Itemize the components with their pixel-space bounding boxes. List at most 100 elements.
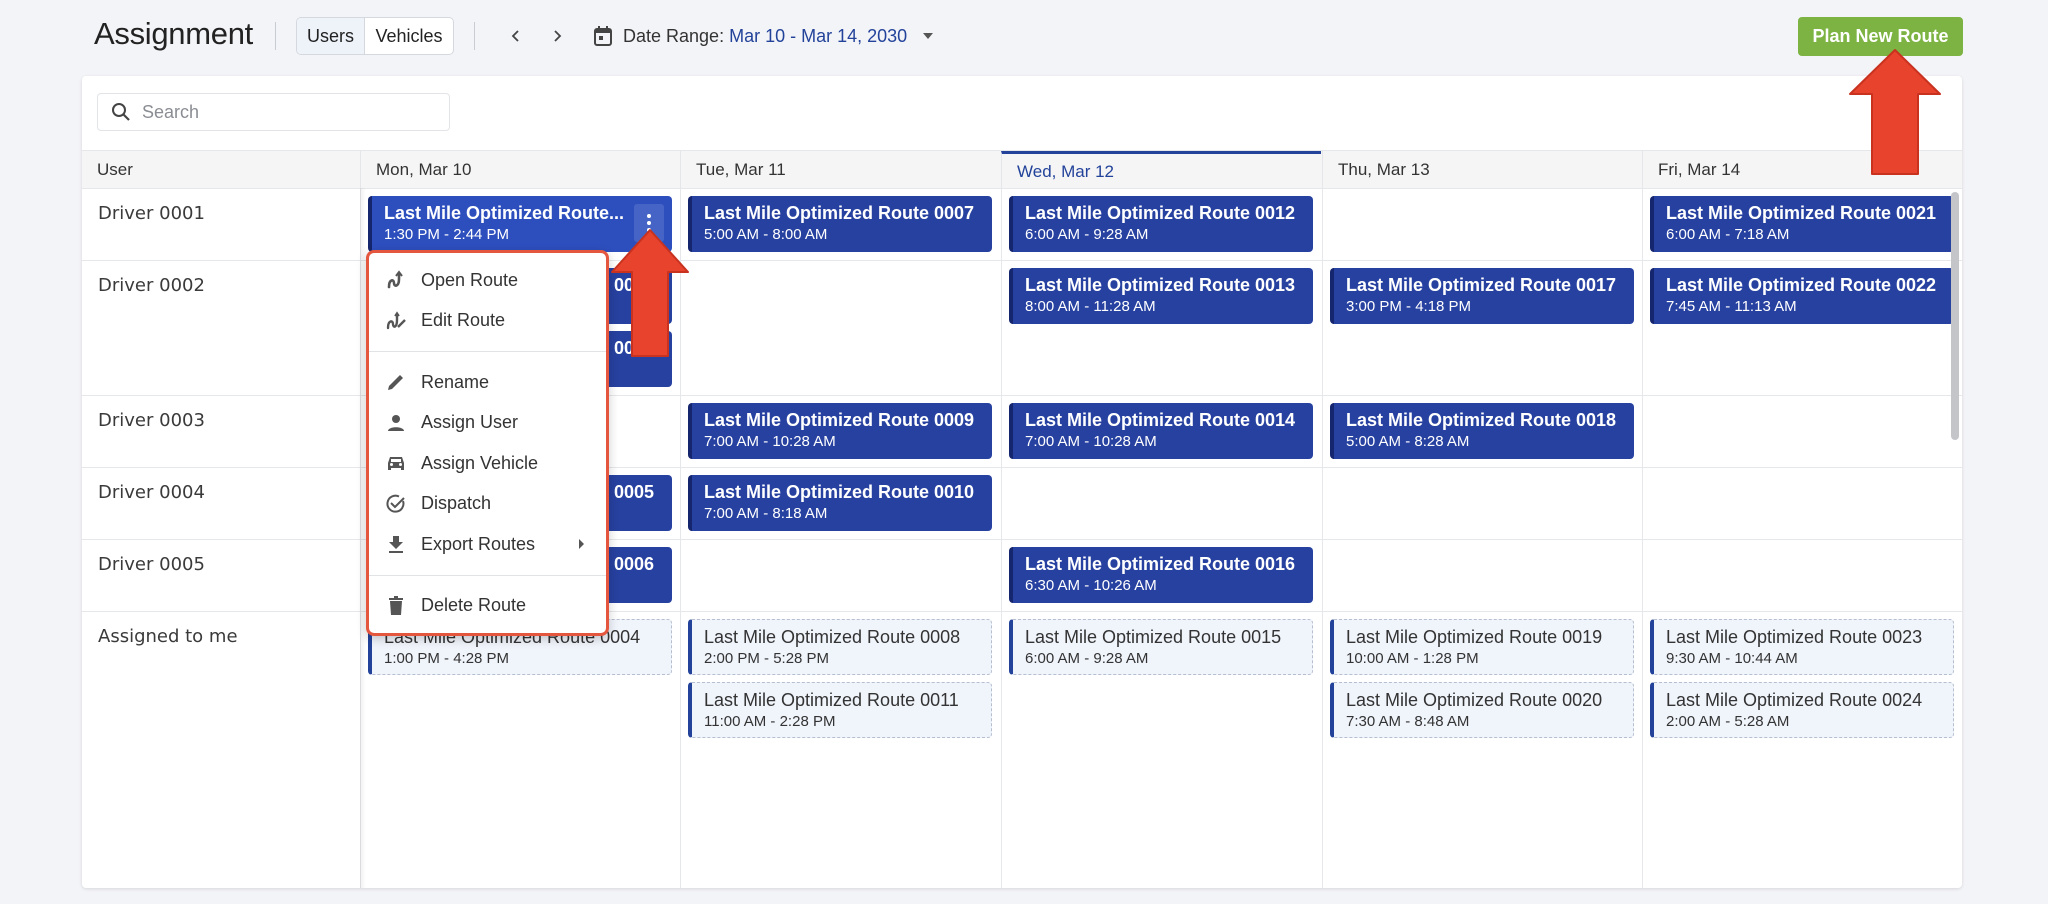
caret-down-icon[interactable] bbox=[923, 33, 934, 39]
route-name: Last Mile Optimized Route 0017 bbox=[1346, 275, 1617, 295]
route-card[interactable]: Last Mile Optimized Route 0014 7:00 AM - … bbox=[1009, 403, 1313, 459]
route-time: 11:00 AM - 2:28 PM bbox=[704, 713, 836, 730]
top-bar: Assignment Users Vehicles Date Range: Ma… bbox=[0, 0, 2048, 72]
route-name: Last Mile Optimized Route 0009 bbox=[704, 410, 975, 430]
route-card[interactable]: Last Mile Optimized Route 0010 7:00 AM - … bbox=[688, 475, 992, 531]
submenu-arrow-icon bbox=[579, 539, 584, 550]
route-time: 9:30 AM - 10:44 AM bbox=[1666, 650, 1798, 667]
divider bbox=[474, 22, 475, 50]
route-card[interactable]: Last Mile Optimized Route 0012 6:00 AM - … bbox=[1009, 196, 1313, 252]
view-toggle: Users Vehicles bbox=[296, 17, 454, 55]
toggle-users[interactable]: Users bbox=[297, 18, 365, 54]
route-icon bbox=[385, 269, 407, 291]
menu-item-edit-route[interactable]: Edit Route bbox=[369, 301, 606, 342]
route-name: Last Mile Optimized Route 0008 bbox=[704, 627, 961, 647]
route-card[interactable]: Last Mile Optimized Route 0009 7:00 AM - … bbox=[688, 403, 992, 459]
column-header-user: User bbox=[97, 160, 133, 179]
route-time: 6:00 AM - 7:18 AM bbox=[1666, 226, 1790, 243]
route-card[interactable]: Last Mile Optimized Route 0022 7:45 AM - … bbox=[1650, 268, 1954, 324]
chevron-left-icon bbox=[511, 30, 519, 42]
route-name: Last Mile Optimized Route 0016 bbox=[1025, 554, 1296, 574]
route-card[interactable]: Last Mile Optimized Route 0020 7:30 AM - … bbox=[1330, 682, 1634, 738]
route-card[interactable]: Last Mile Optimized Route 0017 3:00 PM - … bbox=[1330, 268, 1634, 324]
route-name: Last Mile Optimized Route 0018 bbox=[1346, 410, 1617, 430]
date-range-value[interactable]: Mar 10 - Mar 14, 2030 bbox=[729, 26, 907, 47]
column-header-day: Mon, Mar 10 bbox=[360, 151, 680, 189]
toggle-vehicles[interactable]: Vehicles bbox=[365, 18, 453, 54]
annotation-arrow-up-icon bbox=[611, 229, 689, 357]
route-card[interactable]: Last Mile Optimized Route 0011 11:00 AM -… bbox=[688, 682, 992, 738]
route-name: Last Mile Optimized Route 0020 bbox=[1346, 690, 1603, 710]
pencil-icon bbox=[385, 371, 407, 393]
route-card[interactable]: Last Mile Optimized Route 0015 6:00 AM - … bbox=[1009, 619, 1313, 675]
route-time: 5:00 AM - 8:00 AM bbox=[704, 226, 828, 243]
car-icon bbox=[385, 452, 407, 474]
row-user-label: Driver 0005 bbox=[98, 554, 205, 575]
route-time: 7:45 AM - 11:13 AM bbox=[1666, 298, 1797, 315]
menu-item-label: Delete Route bbox=[421, 595, 527, 616]
route-time: 7:30 AM - 8:48 AM bbox=[1346, 713, 1470, 730]
chevron-right-icon bbox=[554, 30, 562, 42]
vertical-scrollbar[interactable] bbox=[1951, 192, 1959, 440]
route-card[interactable]: Last Mile Optimized Route 0016 6:30 AM - … bbox=[1009, 547, 1313, 603]
route-time: 2:00 PM - 5:28 PM bbox=[704, 650, 830, 667]
menu-item-label: Edit Route bbox=[421, 310, 506, 331]
download-icon bbox=[385, 533, 407, 555]
route-time: 7:00 AM - 10:28 AM bbox=[1025, 433, 1157, 450]
route-time: 1:00 PM - 4:28 PM bbox=[384, 650, 510, 667]
route-name: Last Mile Optimized Route 0014 bbox=[1025, 410, 1296, 430]
grid-header-row: User Mon, Mar 10 Tue, Mar 11 Wed, Mar 12 Th… bbox=[82, 150, 1962, 189]
row-user-label: Driver 0001 bbox=[98, 203, 205, 224]
next-week-button[interactable] bbox=[544, 22, 570, 50]
route-name: Last Mile Optimized Route 0015 bbox=[1025, 627, 1282, 647]
route-card[interactable]: Last Mile Optimized Route 0018 5:00 AM - … bbox=[1330, 403, 1634, 459]
menu-item-assign-vehicle[interactable]: Assign Vehicle bbox=[369, 443, 606, 484]
route-context-menu: Open Route Edit Route Rename Assign User Ass… bbox=[366, 250, 609, 636]
route-time: 7:00 AM - 10:28 AM bbox=[704, 433, 836, 450]
route-card[interactable]: Last Mile Optimized Route 0013 8:00 AM - … bbox=[1009, 268, 1313, 324]
route-name: Last Mile Optimized Route 0024 bbox=[1666, 690, 1923, 710]
search-box[interactable] bbox=[97, 93, 450, 131]
route-name: Last Mile Optimized Route 0013 bbox=[1025, 275, 1296, 295]
column-divider bbox=[1322, 188, 1323, 888]
route-time: 3:00 PM - 4:18 PM bbox=[1346, 298, 1472, 315]
trash-icon bbox=[385, 595, 407, 617]
route-name: Last Mile Optimized Route 0012 bbox=[1025, 203, 1296, 223]
divider bbox=[275, 22, 276, 50]
prev-week-button[interactable] bbox=[503, 22, 529, 50]
route-name: Last Mile Optimized Route 0011 bbox=[704, 690, 959, 710]
row-user-label: Driver 0003 bbox=[98, 410, 205, 431]
person-icon bbox=[385, 412, 407, 434]
route-card[interactable]: Last Mile Optimized Route 0007 5:00 AM - … bbox=[688, 196, 992, 252]
route-time: 7:00 AM - 8:18 AM bbox=[704, 505, 828, 522]
column-divider bbox=[1642, 188, 1643, 888]
date-range-picker[interactable]: Date Range: Mar 10 - Mar 14, 2030 bbox=[593, 20, 934, 52]
route-time: 5:00 AM - 8:28 AM bbox=[1346, 433, 1470, 450]
route-time: 8:00 AM - 11:28 AM bbox=[1025, 298, 1156, 315]
calendar-icon bbox=[594, 26, 612, 46]
row-user-label: Driver 0004 bbox=[98, 482, 205, 503]
route-card[interactable]: Last Mile Optimized Route 0021 6:00 AM - … bbox=[1650, 196, 1954, 252]
route-card[interactable]: Last Mile Optimized Route 0024 2:00 AM - … bbox=[1650, 682, 1954, 738]
route-name: Last Mile Optimized Route 0007 bbox=[704, 203, 975, 223]
column-header-day: Wed, Mar 12 bbox=[1001, 151, 1321, 189]
check-circle-icon bbox=[385, 493, 407, 515]
route-card[interactable]: Last Mile Optimized Route 0008 2:00 PM - … bbox=[688, 619, 992, 675]
annotation-arrow-up-icon bbox=[1849, 49, 1941, 175]
row-user-label: Assigned to me bbox=[98, 626, 238, 647]
menu-item-dispatch[interactable]: Dispatch bbox=[369, 484, 606, 525]
search-icon bbox=[112, 103, 130, 121]
search-input[interactable] bbox=[142, 101, 422, 123]
menu-item-rename[interactable]: Rename bbox=[369, 362, 606, 403]
menu-item-delete-route[interactable]: Delete Route bbox=[369, 586, 606, 627]
assignment-panel: User Mon, Mar 10Tue, Mar 11Wed, Mar 12Th… bbox=[82, 76, 1962, 888]
edit-route-icon bbox=[385, 310, 407, 332]
menu-item-open-route[interactable]: Open Route bbox=[369, 260, 606, 301]
menu-item-assign-user[interactable]: Assign User bbox=[369, 403, 606, 444]
menu-item-export-routes[interactable]: Export Routes bbox=[369, 524, 606, 565]
route-card[interactable]: Last Mile Optimized Route 0019 10:00 AM -… bbox=[1330, 619, 1634, 675]
schedule-grid: User Mon, Mar 10 Tue, Mar 11 Wed, Mar 12 Th… bbox=[82, 150, 1962, 888]
route-time: 6:00 AM - 9:28 AM bbox=[1025, 226, 1149, 243]
route-card[interactable]: Last Mile Optimized Route 0023 9:30 AM - … bbox=[1650, 619, 1954, 675]
route-time: 6:30 AM - 10:26 AM bbox=[1025, 577, 1157, 594]
